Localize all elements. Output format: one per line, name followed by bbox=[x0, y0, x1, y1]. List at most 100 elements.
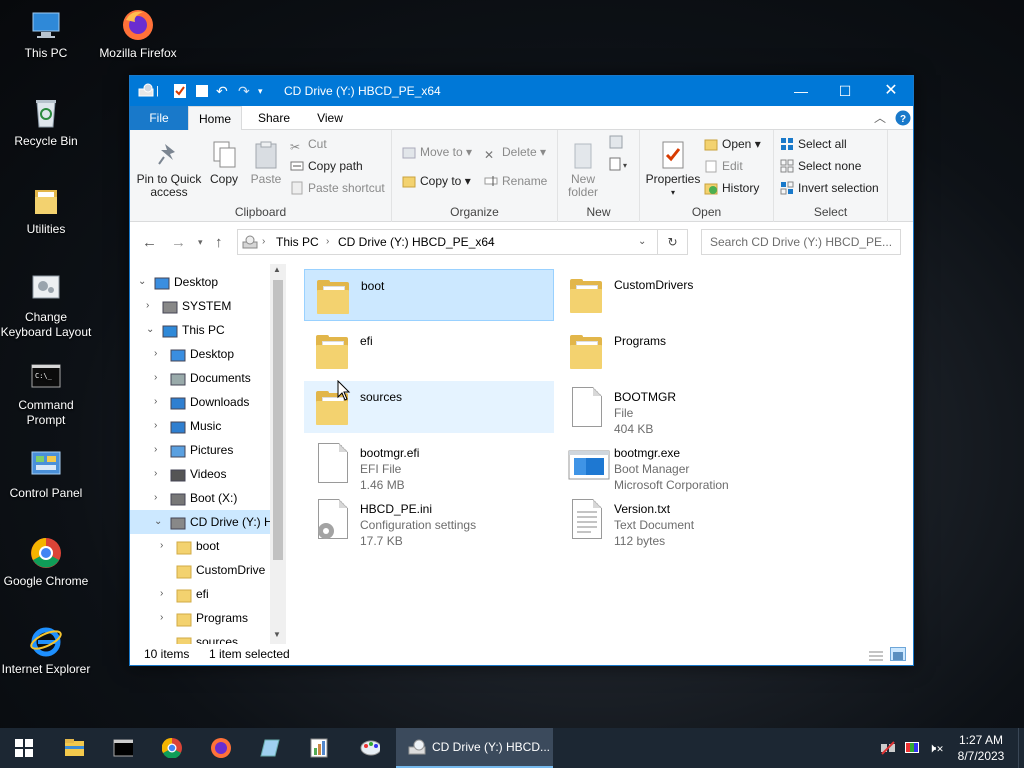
collapsed-chevron-icon[interactable]: › bbox=[154, 438, 157, 462]
tab-view[interactable]: View bbox=[304, 106, 356, 130]
collapsed-chevron-icon[interactable]: › bbox=[154, 462, 157, 486]
scroll-up-icon[interactable]: ▲ bbox=[273, 265, 281, 274]
customize-quick-access-icon[interactable]: ▾ bbox=[258, 83, 274, 99]
search-input[interactable]: Search CD Drive (Y:) HBCD_PE... bbox=[701, 229, 901, 255]
delete-button[interactable]: ✕ Delete ▾ bbox=[484, 143, 546, 162]
recent-locations-icon[interactable]: ▾ bbox=[198, 237, 203, 248]
tree-item[interactable]: › SYSTEM bbox=[130, 294, 270, 318]
edit-button[interactable]: Edit bbox=[704, 157, 743, 175]
breadcrumb-cd-drive[interactable]: CD Drive (Y:) HBCD_PE_x64 bbox=[338, 235, 495, 249]
desktop-icon-this-pc[interactable]: This PC bbox=[0, 8, 92, 61]
cut-button[interactable]: ✂ Cut bbox=[290, 135, 327, 154]
collapsed-chevron-icon[interactable]: › bbox=[154, 486, 157, 510]
properties-quick-icon[interactable] bbox=[172, 83, 188, 99]
desktop-icon-chrome[interactable]: Google Chrome bbox=[0, 536, 92, 589]
desktop-icon-utilities[interactable]: Utilities bbox=[0, 184, 92, 237]
tree-item[interactable]: › Downloads bbox=[130, 390, 270, 414]
copy-to-button[interactable]: Copy to ▾ bbox=[402, 172, 471, 190]
desktop-icon-control-panel[interactable]: Control Panel bbox=[0, 448, 92, 501]
collapsed-chevron-icon[interactable]: › bbox=[160, 534, 163, 558]
new-folder-button[interactable]: New folder bbox=[560, 140, 606, 199]
folder-item[interactable]: CustomDrivers bbox=[558, 269, 808, 321]
rename-button[interactable]: Rename bbox=[484, 172, 547, 190]
refresh-button[interactable]: ↻ bbox=[658, 229, 688, 255]
desktop-icon-internet-explorer[interactable]: Internet Explorer bbox=[0, 624, 92, 677]
tree-item[interactable]: › Programs bbox=[130, 606, 270, 630]
redo-icon[interactable]: ↷ bbox=[238, 83, 254, 99]
file-item[interactable]: BOOTMGR File 404 KB bbox=[558, 381, 808, 436]
tree-item[interactable]: CustomDrive bbox=[130, 558, 270, 582]
collapsed-chevron-icon[interactable]: › bbox=[160, 582, 163, 606]
taskbar-file-explorer[interactable] bbox=[50, 728, 98, 768]
show-desktop-button[interactable] bbox=[1018, 728, 1024, 768]
file-item[interactable]: HBCD_PE.ini Configuration settings 17.7 KB bbox=[304, 493, 554, 548]
tree-item[interactable]: › Pictures bbox=[130, 438, 270, 462]
select-none-button[interactable]: Select none bbox=[780, 157, 861, 175]
tree-item[interactable]: ⌄ This PC bbox=[130, 318, 270, 342]
collapsed-chevron-icon[interactable]: › bbox=[154, 342, 157, 366]
paste-shortcut-button[interactable]: Paste shortcut bbox=[290, 179, 385, 197]
tree-item[interactable]: › Desktop bbox=[130, 342, 270, 366]
tree-item[interactable]: › Documents bbox=[130, 366, 270, 390]
desktop-icon-firefox[interactable]: Mozilla Firefox bbox=[92, 8, 184, 61]
start-button[interactable] bbox=[0, 728, 48, 768]
scrollbar-thumb[interactable] bbox=[273, 280, 283, 560]
minimize-button[interactable]: — bbox=[778, 76, 824, 106]
tree-item[interactable]: sources bbox=[130, 630, 270, 644]
help-icon[interactable]: ? bbox=[894, 106, 912, 130]
address-dropdown-icon[interactable]: ⌄ bbox=[638, 236, 646, 247]
desktop-icon-keyboard-layout[interactable]: Change Keyboard Layout bbox=[0, 272, 92, 340]
large-icons-view-icon[interactable] bbox=[890, 647, 906, 661]
tab-file[interactable]: File bbox=[130, 106, 188, 130]
select-all-button[interactable]: Select all bbox=[780, 135, 847, 153]
tree-item[interactable]: ⌄ CD Drive (Y:) H bbox=[130, 510, 273, 534]
details-view-icon[interactable] bbox=[868, 648, 884, 669]
pin-to-quick-access-button[interactable]: Pin to Quick access bbox=[136, 140, 202, 199]
forward-arrow-icon[interactable]: → bbox=[171, 234, 186, 251]
desktop-icon-recycle-bin[interactable]: Recycle Bin bbox=[0, 96, 92, 149]
desktop-icon-command-prompt[interactable]: C:\_ Command Prompt bbox=[0, 360, 92, 428]
tree-item[interactable]: › Boot (X:) bbox=[130, 486, 270, 510]
tree-item[interactable]: › Music bbox=[130, 414, 270, 438]
collapsed-chevron-icon[interactable]: › bbox=[146, 294, 149, 318]
system-clock[interactable]: 1:27 AM 8/7/2023 bbox=[948, 732, 1014, 764]
tree-item[interactable]: ⌄ Desktop bbox=[130, 270, 270, 294]
expanded-chevron-icon[interactable]: ⌄ bbox=[138, 270, 146, 294]
new-folder-quick-icon[interactable] bbox=[194, 83, 210, 99]
collapsed-chevron-icon[interactable]: › bbox=[154, 390, 157, 414]
undo-icon[interactable]: ↶ bbox=[216, 83, 232, 99]
folder-item[interactable]: Programs bbox=[558, 325, 808, 377]
taskbar-command-prompt[interactable] bbox=[99, 728, 147, 768]
file-item[interactable]: bootmgr.efi EFI File 1.46 MB bbox=[304, 437, 554, 492]
new-item-icon[interactable] bbox=[608, 134, 628, 152]
tab-share[interactable]: Share bbox=[246, 106, 302, 130]
tree-item[interactable]: › boot bbox=[130, 534, 270, 558]
up-arrow-icon[interactable]: ↑ bbox=[215, 234, 223, 251]
taskbar-firefox[interactable] bbox=[197, 728, 245, 768]
scroll-down-icon[interactable]: ▼ bbox=[273, 630, 281, 639]
taskbar-notepad[interactable] bbox=[246, 728, 294, 768]
tree-item[interactable]: › efi bbox=[130, 582, 270, 606]
navigation-scrollbar[interactable]: ▲ ▼ bbox=[270, 264, 286, 644]
display-settings-icon[interactable] bbox=[904, 740, 920, 756]
copy-path-button[interactable]: Copy path bbox=[290, 157, 363, 175]
collapsed-chevron-icon[interactable]: › bbox=[160, 606, 163, 630]
easy-access-icon[interactable]: ▾ bbox=[608, 156, 632, 174]
open-button[interactable]: Open ▾ bbox=[704, 135, 761, 153]
folder-item[interactable]: boot bbox=[304, 269, 554, 321]
speaker-muted-icon[interactable]: 🕨✕ bbox=[928, 740, 944, 756]
collapsed-chevron-icon[interactable]: › bbox=[154, 414, 157, 438]
expanded-chevron-icon[interactable]: ⌄ bbox=[154, 510, 162, 534]
expanded-chevron-icon[interactable]: ⌄ bbox=[146, 318, 154, 342]
invert-selection-button[interactable]: Invert selection bbox=[780, 179, 879, 197]
back-arrow-icon[interactable]: ← bbox=[142, 234, 157, 251]
paste-button[interactable]: Paste bbox=[246, 140, 286, 186]
tree-item[interactable]: › Videos bbox=[130, 462, 270, 486]
tab-home[interactable]: Home bbox=[188, 106, 242, 130]
taskbar-spreadsheet[interactable] bbox=[295, 728, 343, 768]
maximize-button[interactable]: ☐ bbox=[822, 76, 868, 106]
taskbar-chrome[interactable] bbox=[148, 728, 196, 768]
close-button[interactable]: ✕ bbox=[868, 76, 914, 106]
file-item[interactable]: bootmgr.exe Boot Manager Microsoft Corpora… bbox=[558, 437, 808, 492]
history-button[interactable]: History bbox=[704, 179, 759, 197]
